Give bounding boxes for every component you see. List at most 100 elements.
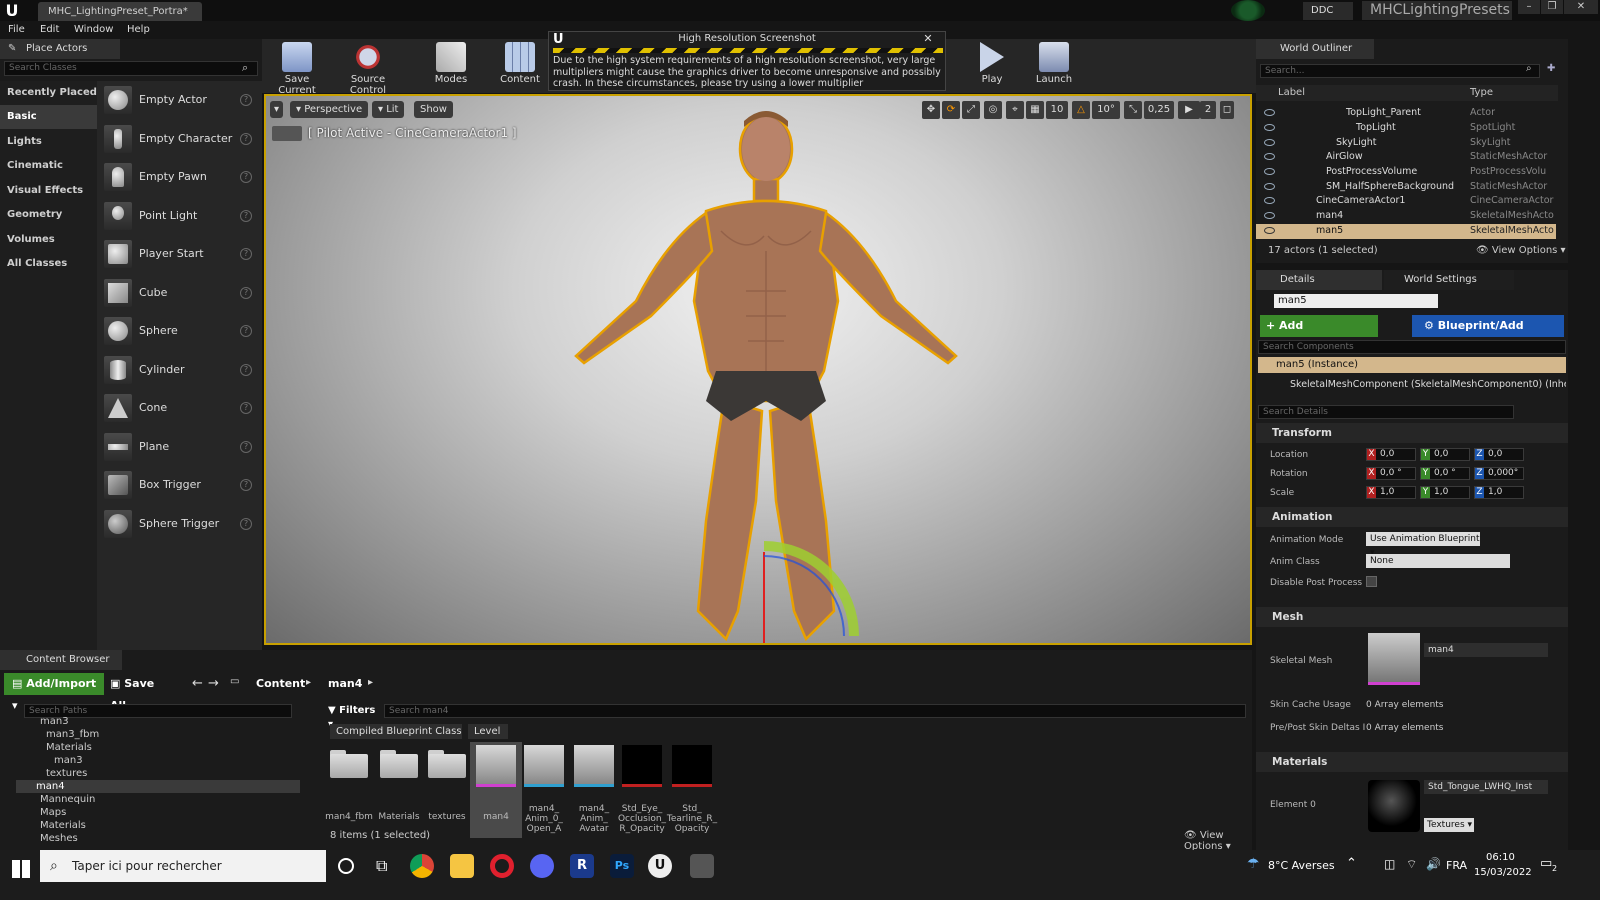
camera-lock-icon[interactable] bbox=[272, 126, 302, 141]
tree-item[interactable]: Materials bbox=[46, 741, 92, 754]
actor-empty-actor[interactable]: Empty Actor? bbox=[97, 81, 262, 119]
actor-box-trigger[interactable]: Box Trigger? bbox=[97, 466, 262, 504]
outliner-row[interactable]: CineCameraActor1 CineCameraActor bbox=[1256, 194, 1556, 209]
outliner-row[interactable]: SkyLight SkyLight bbox=[1256, 136, 1556, 151]
visibility-icon[interactable] bbox=[1264, 109, 1275, 116]
menu-edit[interactable]: Edit bbox=[40, 21, 59, 39]
asset-anim-thumbnail[interactable] bbox=[524, 745, 564, 787]
scale-snap-value[interactable]: 0,25 bbox=[1144, 101, 1174, 119]
visibility-icon[interactable] bbox=[1264, 212, 1275, 219]
actor-point-light[interactable]: Point Light? bbox=[97, 197, 262, 235]
help-icon[interactable]: ? bbox=[240, 325, 252, 337]
actor-sphere-trigger[interactable]: Sphere Trigger? bbox=[97, 505, 262, 543]
volume-icon[interactable]: 🔊 bbox=[1426, 857, 1441, 871]
material-thumbnail[interactable] bbox=[1368, 780, 1420, 832]
perspective-button[interactable]: ▾ Perspective bbox=[290, 101, 369, 118]
maximize-viewport-icon[interactable]: ◻ bbox=[1220, 101, 1234, 119]
world-local-icon[interactable]: ◎ bbox=[984, 101, 1002, 119]
scale-y-field[interactable]: Y 1,0 bbox=[1420, 486, 1470, 499]
tree-item[interactable]: Meshes bbox=[40, 832, 78, 845]
outliner-search-input[interactable]: Search... bbox=[1260, 64, 1540, 78]
cortana-icon[interactable] bbox=[338, 858, 354, 874]
unreal-engine-icon[interactable]: U bbox=[648, 854, 672, 878]
tree-item[interactable]: Mannequin bbox=[40, 793, 95, 806]
help-icon[interactable]: ? bbox=[240, 287, 252, 299]
tree-item[interactable]: man3 bbox=[40, 715, 69, 728]
search-classes-input[interactable]: Search Classes bbox=[4, 61, 258, 76]
discord-icon[interactable] bbox=[530, 854, 554, 878]
asset-mesh-thumbnail[interactable] bbox=[476, 745, 516, 787]
skeletal-mesh-thumbnail[interactable] bbox=[1368, 633, 1420, 685]
disable-post-process-checkbox[interactable] bbox=[1366, 576, 1377, 587]
scale-x-field[interactable]: X 1,0 bbox=[1366, 486, 1416, 499]
category-volumes[interactable]: Volumes bbox=[0, 228, 97, 252]
visibility-icon[interactable] bbox=[1264, 124, 1275, 131]
level-tab[interactable]: MHC_LightingPreset_Portra* bbox=[38, 2, 202, 21]
maximize-button[interactable]: ❐ bbox=[1541, 0, 1563, 14]
help-icon[interactable]: ? bbox=[240, 402, 252, 414]
details-tab[interactable]: Details bbox=[1256, 270, 1382, 290]
actor-name-input[interactable]: man5 bbox=[1274, 294, 1438, 308]
instance-row[interactable]: man5 (Instance) bbox=[1258, 357, 1566, 373]
outliner-row[interactable]: TopLight_Parent Actor bbox=[1256, 106, 1556, 121]
label-column[interactable]: Label bbox=[1278, 85, 1305, 101]
actor-sphere[interactable]: Sphere? bbox=[97, 312, 262, 350]
actor-empty-pawn[interactable]: Empty Pawn? bbox=[97, 158, 262, 196]
launch-button[interactable]: Launch bbox=[1034, 39, 1074, 93]
category-basic[interactable]: Basic bbox=[0, 105, 97, 129]
tree-item[interactable]: man3 bbox=[54, 754, 83, 767]
content-view-options[interactable]: 👁 View Options ▾ bbox=[1184, 830, 1252, 852]
show-button[interactable]: Show bbox=[414, 101, 453, 118]
actor-cylinder[interactable]: Cylinder? bbox=[97, 351, 262, 389]
type-column[interactable]: Type bbox=[1470, 85, 1493, 101]
menu-file[interactable]: File bbox=[8, 21, 25, 39]
rotation-label[interactable]: Rotation bbox=[1270, 469, 1308, 479]
save-all-button[interactable]: ▣ Save All bbox=[110, 673, 174, 712]
source-control-button[interactable]: Source Control bbox=[332, 39, 404, 96]
wifi-icon[interactable]: ⌔ bbox=[1406, 857, 1417, 872]
content-button[interactable]: Content bbox=[498, 39, 542, 93]
save-current-button[interactable]: Save Current bbox=[268, 39, 326, 96]
visibility-icon[interactable] bbox=[1264, 139, 1275, 146]
help-icon[interactable]: ? bbox=[240, 133, 252, 145]
clock-time[interactable]: 06:10 bbox=[1486, 852, 1515, 863]
tree-item[interactable]: man3_fbm bbox=[46, 728, 99, 741]
materials-section[interactable]: Materials bbox=[1256, 752, 1568, 772]
visibility-icon[interactable] bbox=[1264, 153, 1275, 160]
modes-button[interactable]: Modes bbox=[430, 39, 472, 93]
location-z-field[interactable]: Z 0,0 bbox=[1474, 448, 1524, 461]
add-component-button[interactable]: + Add Component bbox=[1260, 315, 1378, 354]
actor-empty-character[interactable]: Empty Character? bbox=[97, 120, 262, 158]
outliner-row[interactable]: PostProcessVolume PostProcessVolu bbox=[1256, 165, 1556, 180]
rotation-y-field[interactable]: Y 0,0 ° bbox=[1420, 467, 1470, 480]
scale-label[interactable]: Scale bbox=[1270, 488, 1294, 498]
menu-help[interactable]: Help bbox=[127, 21, 150, 39]
rotate-gizmo[interactable] bbox=[760, 536, 870, 645]
world-outliner-tab[interactable]: World Outliner bbox=[1256, 39, 1374, 59]
outliner-settings-icon[interactable]: ✚ bbox=[1547, 63, 1555, 74]
visibility-icon[interactable] bbox=[1264, 227, 1275, 234]
viewport-options-button[interactable]: ▾ bbox=[270, 101, 284, 118]
chevron-up-icon[interactable]: ⌃ bbox=[1346, 856, 1357, 871]
outliner-row[interactable]: TopLight SpotLight bbox=[1256, 121, 1556, 136]
clock-date[interactable]: 15/03/2022 bbox=[1474, 867, 1532, 878]
notification-center-icon[interactable]: ▭ bbox=[1540, 856, 1552, 871]
skeletal-mesh-select[interactable]: man4 bbox=[1424, 643, 1548, 657]
level-viewport[interactable]: ▾ ▾ Perspective ▾ Lit Show [ Pilot Activ… bbox=[264, 94, 1252, 645]
world-settings-tab[interactable]: World Settings bbox=[1384, 270, 1514, 290]
help-icon[interactable]: ? bbox=[240, 364, 252, 376]
rotation-z-field[interactable]: Z 0,000° bbox=[1474, 467, 1524, 480]
animation-section[interactable]: Animation bbox=[1256, 507, 1568, 527]
surface-snap-icon[interactable]: ⌖ bbox=[1006, 101, 1024, 119]
asset-texture-thumbnail[interactable] bbox=[672, 745, 712, 787]
close-icon[interactable]: ✕ bbox=[921, 32, 935, 46]
tree-item[interactable]: textures bbox=[46, 767, 87, 780]
location-label[interactable]: Location bbox=[1270, 450, 1308, 460]
content-browser-tab[interactable]: Content Browser bbox=[0, 650, 122, 670]
close-button[interactable]: ✕ bbox=[1564, 0, 1598, 14]
help-icon[interactable]: ? bbox=[240, 171, 252, 183]
actor-cube[interactable]: Cube? bbox=[97, 274, 262, 312]
help-icon[interactable]: ? bbox=[240, 248, 252, 260]
category-lights[interactable]: Lights bbox=[0, 130, 97, 154]
outliner-row[interactable]: AirGlow StaticMeshActor bbox=[1256, 150, 1556, 165]
